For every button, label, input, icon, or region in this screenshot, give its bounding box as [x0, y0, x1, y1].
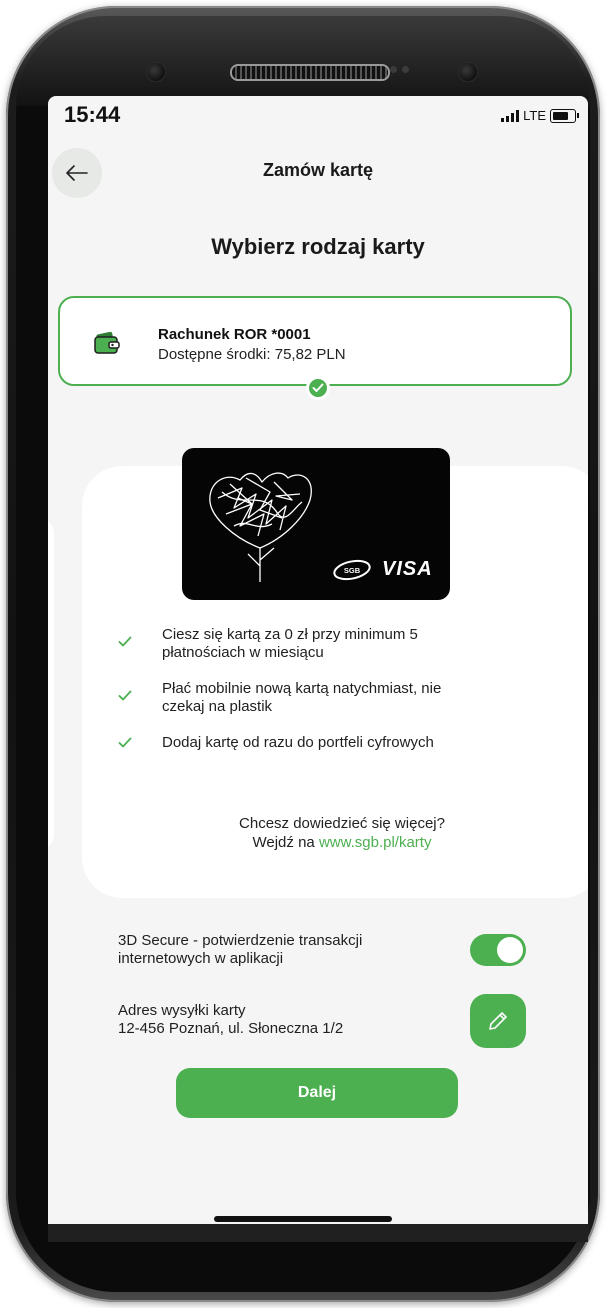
sgb-logo-icon: SGB	[333, 559, 371, 580]
front-camera	[458, 62, 478, 82]
battery-icon	[550, 108, 579, 123]
secure3d-toggle[interactable]	[470, 934, 526, 966]
front-sensor	[146, 62, 166, 82]
sensor-dots	[390, 66, 409, 73]
top-bezel	[16, 16, 590, 106]
next-button[interactable]: Dalej	[176, 1068, 458, 1118]
visa-logo: VISA	[382, 558, 433, 580]
benefit-line: Dodaj kartę od razu do portfeli cyfrowyc…	[162, 734, 434, 751]
more-info-question: Chcesz dowiedzieć się więcej?	[239, 815, 445, 832]
account-card[interactable]: Rachunek ROR *0001 Dostępne środki: 75,8…	[58, 296, 572, 400]
edit-address-button[interactable]	[470, 994, 526, 1048]
secure3d-label: 3D Secure - potwierdzenie transakcji int…	[118, 932, 362, 968]
benefits-list: Ciesz się kartą za 0 zł przy minimum 5 p…	[116, 626, 516, 770]
address-value: 12-456 Poznań, ul. Słoneczna 1/2	[118, 1020, 344, 1037]
card-image[interactable]: SGB VISA	[182, 448, 450, 600]
header-title: Zamów kartę	[262, 160, 374, 180]
network-type: LTE	[523, 108, 546, 123]
app-screen: 15:44 LTE Zamów kartę Wybierz rodzaj kar…	[48, 96, 588, 1224]
check-icon	[118, 690, 132, 701]
address-label: Adres wysyłki karty	[118, 1002, 246, 1019]
home-indicator[interactable]	[214, 1216, 392, 1222]
selected-check-icon	[306, 376, 330, 400]
card-brand-logos: SGB VISA	[332, 558, 433, 581]
benefit-line: czekaj na plastik	[162, 698, 273, 715]
svg-text:SGB: SGB	[344, 566, 361, 575]
secure3d-line: 3D Secure - potwierdzenie transakcji	[118, 932, 363, 949]
benefit-line: Płać mobilnie nową kartą natychmiast, ni…	[162, 680, 442, 697]
more-info: Chcesz dowiedzieć się więcej? Wejdź na w…	[82, 814, 588, 852]
more-info-line: Wejdź na www.sgb.pl/karty	[82, 833, 588, 852]
speaker-grille	[230, 64, 390, 81]
website-link[interactable]: www.sgb.pl/karty	[319, 834, 432, 851]
wallet-icon	[94, 332, 120, 354]
screen-bottom	[48, 1224, 588, 1242]
account-name: Rachunek ROR *0001	[158, 326, 311, 343]
pencil-icon	[489, 1012, 507, 1030]
address-block: Adres wysyłki karty 12-456 Poznań, ul. S…	[118, 1002, 343, 1038]
benefit-line: Ciesz się kartą za 0 zł przy minimum 5	[162, 626, 418, 643]
benefit-item: Dodaj kartę od razu do portfeli cyfrowyc…	[116, 734, 516, 752]
status-time: 15:44	[64, 102, 121, 127]
check-icon	[118, 737, 132, 748]
benefit-item: Ciesz się kartą za 0 zł przy minimum 5 p…	[116, 626, 516, 662]
status-indicators: LTE	[501, 108, 579, 123]
secure3d-line: internetowych w aplikacji	[118, 950, 284, 967]
signal-icon	[501, 109, 520, 122]
page-title: Wybierz rodzaj karty	[211, 234, 425, 259]
more-info-prefix: Wejdź na	[252, 834, 315, 851]
benefit-line: płatnościach w miesiącu	[162, 644, 324, 661]
benefit-item: Płać mobilnie nową kartą natychmiast, ni…	[116, 680, 516, 716]
prev-card-panel[interactable]	[48, 516, 54, 852]
account-funds: Dostępne środki: 75,82 PLN	[158, 346, 346, 363]
status-bar: 15:44 LTE	[48, 96, 588, 140]
check-icon	[118, 636, 132, 647]
